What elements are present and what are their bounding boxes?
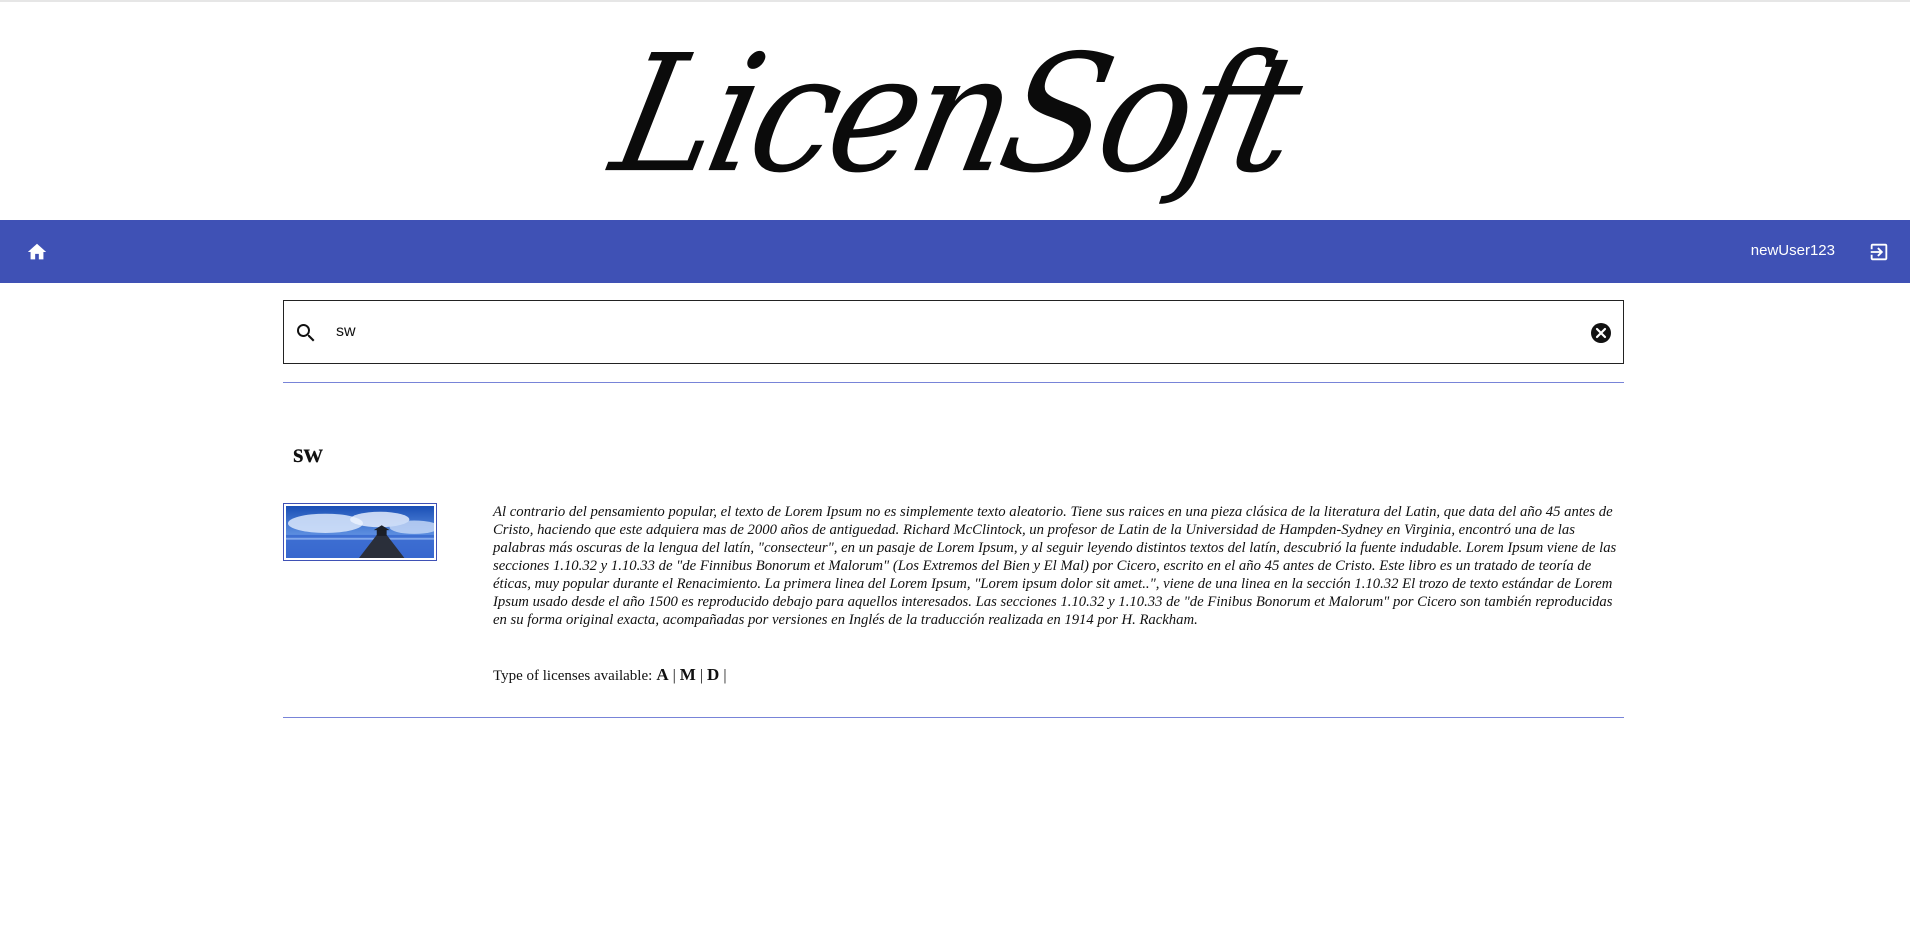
logout-button[interactable] xyxy=(1864,237,1894,267)
search-input[interactable] xyxy=(336,317,1536,347)
search-bar xyxy=(283,300,1624,364)
logout-icon xyxy=(1870,243,1888,261)
license-link-m[interactable]: M xyxy=(680,665,696,685)
navbar: newUser123 xyxy=(0,220,1910,283)
license-separator: | xyxy=(723,667,727,684)
home-icon xyxy=(27,243,47,260)
divider-bottom xyxy=(283,717,1624,718)
logo: LicenSoft xyxy=(599,21,1311,209)
clear-icon[interactable] xyxy=(1589,321,1613,345)
result-description: Al contrario del pensamiento popular, el… xyxy=(493,504,1617,628)
search-icon[interactable] xyxy=(294,321,318,345)
licenses-label: Type of licenses available: xyxy=(493,668,653,684)
licenses-row: Type of licenses available: A | M | D | xyxy=(493,665,727,685)
license-separator: | xyxy=(699,667,704,684)
result-title[interactable]: sw xyxy=(293,438,323,469)
username-label: newUser123 xyxy=(1750,242,1835,259)
license-link-a[interactable]: A xyxy=(656,665,668,685)
divider-top xyxy=(283,382,1624,383)
home-button[interactable] xyxy=(22,237,52,267)
header: LicenSoft xyxy=(0,0,1910,220)
result-thumbnail[interactable] xyxy=(283,503,437,561)
pier-image xyxy=(286,506,434,558)
license-separator: | xyxy=(672,667,676,684)
license-link-d[interactable]: D xyxy=(707,665,719,685)
